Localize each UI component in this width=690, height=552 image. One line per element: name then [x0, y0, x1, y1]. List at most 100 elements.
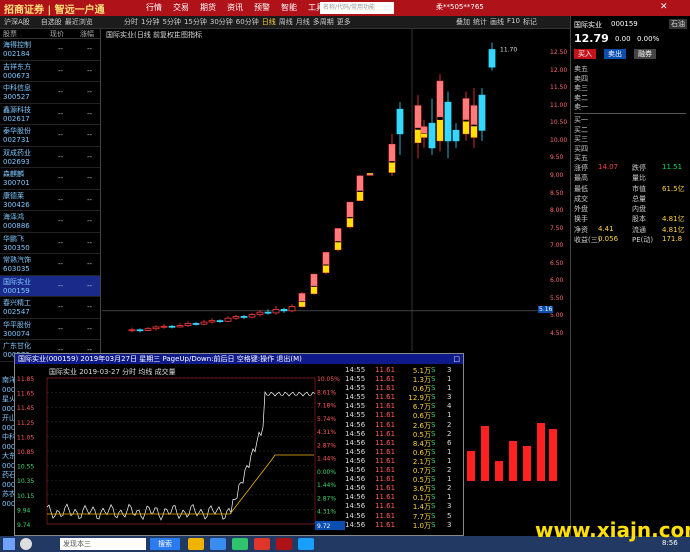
wechat-icon[interactable]: [232, 538, 248, 550]
close-icon[interactable]: ✕: [660, 2, 668, 12]
volume-bar: [523, 446, 531, 481]
menu-futures[interactable]: 期货: [200, 2, 227, 13]
tick-row[interactable]: 14:55 11.61 0.6万 S 1: [345, 384, 463, 393]
tick-cell: 14:55: [345, 402, 366, 411]
stock-price: --: [58, 217, 64, 225]
stock-change: --: [87, 303, 93, 311]
tab-recent[interactable]: 最近浏览: [65, 17, 93, 27]
menu-news[interactable]: 资讯: [227, 2, 254, 13]
stock-row[interactable]: 国际实业 000159 -- --: [0, 275, 100, 297]
period-5m[interactable]: 5分钟: [162, 17, 180, 27]
period-day[interactable]: 日线: [262, 17, 276, 27]
tick-row[interactable]: 14:55 11.61 6.7万 S 4: [345, 402, 463, 411]
tick-row[interactable]: 14:56 11.61 1.0万 S 3: [345, 521, 463, 530]
margin-button[interactable]: 融券: [634, 49, 656, 59]
period-1m[interactable]: 1分钟: [141, 17, 159, 27]
app-icon[interactable]: [254, 538, 270, 550]
tick-row[interactable]: 14:55 11.61 0.6万 S 1: [345, 411, 463, 420]
stock-row[interactable]: 泰华股份 002731 -- --: [0, 125, 100, 147]
tick-row[interactable]: 14:56 11.61 0.5万 S 2: [345, 430, 463, 439]
sell-button[interactable]: 卖出: [604, 49, 626, 59]
tick-row[interactable]: 14:56 11.61 0.7万 S 2: [345, 466, 463, 475]
mark-button[interactable]: 标记: [523, 17, 537, 27]
stock-row[interactable]: 康德莱 300426 -- --: [0, 190, 100, 211]
sector-badge[interactable]: 石油: [669, 19, 687, 29]
browser-icon[interactable]: [210, 538, 226, 550]
bid-row[interactable]: 买二: [574, 125, 686, 135]
stock-row[interactable]: 吉祥东方 000673 -- --: [0, 61, 100, 82]
intraday-y-right: 7.18%: [317, 403, 336, 410]
tick-row[interactable]: 14:55 11.61 1.3万 S 1: [345, 375, 463, 384]
candle-body: [248, 314, 256, 318]
buy-button[interactable]: 买入: [574, 49, 596, 59]
period-60m[interactable]: 60分钟: [236, 17, 259, 27]
tick-row[interactable]: 14:55 11.61 12.9万 S 3: [345, 393, 463, 402]
tick-row[interactable]: 14:56 11.61 0.6万 S 1: [345, 448, 463, 457]
kline-y-label: 9.50: [550, 154, 564, 162]
folder-icon[interactable]: [188, 538, 204, 550]
popup-close-icon[interactable]: □: [453, 354, 460, 364]
menu-quotes[interactable]: 行情: [146, 2, 173, 13]
period-tick[interactable]: 分时: [124, 17, 138, 27]
taskbar-search[interactable]: 发现本三: [60, 538, 146, 550]
search-input[interactable]: 名称/代码/常用功能: [320, 2, 394, 14]
menu-smart[interactable]: 智能: [281, 2, 308, 13]
overlay-button[interactable]: 叠加: [456, 17, 470, 27]
period-multi[interactable]: 多周期: [313, 17, 334, 27]
baidu-button[interactable]: 搜索: [150, 538, 180, 550]
stock-row[interactable]: 鑫源科技 002617 -- --: [0, 104, 100, 125]
current-price: 12.79: [574, 32, 609, 45]
stock-row[interactable]: 双成药业 002693 -- --: [0, 147, 100, 168]
draw-button[interactable]: 画线: [490, 17, 504, 27]
stock-row[interactable]: 海泽鸿 000886 -- --: [0, 211, 100, 233]
user-name[interactable]: 柔**505**765: [436, 2, 484, 12]
stock-row[interactable]: 海得控制 002184 -- --: [0, 39, 100, 61]
stats-button[interactable]: 统计: [473, 17, 487, 27]
tick-row[interactable]: 14:56 11.61 8.4万 S 6: [345, 439, 463, 448]
ask-row[interactable]: 卖三: [574, 83, 686, 93]
tick-row[interactable]: 14:56 11.61 3.6万 S 2: [345, 484, 463, 493]
tick-list[interactable]: 14:55 11.61 5.1万 S 3 14:55 11.61 1.3万 S 1 14:55 11.…: [345, 366, 463, 530]
kline-chart[interactable]: 国际实业(日线 前复权) 主图指标 11.70: [102, 29, 550, 351]
bid-row[interactable]: 买三: [574, 134, 686, 144]
tab-shsz-a[interactable]: 沪深A股: [4, 17, 30, 27]
menu-trade[interactable]: 交易: [173, 2, 200, 13]
stock-row[interactable]: 华平股份 300074 -- --: [0, 319, 100, 340]
tick-row[interactable]: 14:56 11.61 2.1万 S 1: [345, 457, 463, 466]
tick-cell: 11.61: [375, 456, 396, 465]
tick-cell: 11.61: [375, 466, 396, 475]
qq-icon[interactable]: [298, 538, 314, 550]
tick-row[interactable]: 14:56 11.61 1.4万 S 3: [345, 502, 463, 511]
stock-row[interactable]: 常熟汽饰 603035 -- --: [0, 254, 100, 276]
tick-row[interactable]: 14:56 11.61 0.5万 S 1: [345, 475, 463, 484]
stock-row[interactable]: 森麒麟 300701 -- --: [0, 168, 100, 190]
period-week[interactable]: 周线: [279, 17, 293, 27]
intraday-popup[interactable]: 国际实业(000159) 2019年03月27日 星期三 PageUp/Down…: [14, 353, 464, 536]
stock-row[interactable]: 华鹏飞 300350 -- --: [0, 233, 100, 254]
tick-row[interactable]: 14:55 11.61 5.1万 S 3: [345, 366, 463, 375]
stock-row[interactable]: 春兴精工 002547 -- --: [0, 297, 100, 319]
period-month[interactable]: 月线: [296, 17, 310, 27]
intraday-y-left: 11.25: [17, 420, 34, 427]
broker-icon[interactable]: [276, 538, 292, 550]
period-15m[interactable]: 15分钟: [184, 17, 207, 27]
ask-row[interactable]: 卖二: [574, 93, 686, 103]
tick-row[interactable]: 14:56 11.61 7.7万 S 5: [345, 512, 463, 521]
f10-button[interactable]: F10: [507, 17, 520, 27]
tick-row[interactable]: 14:56 11.61 0.1万 S 1: [345, 493, 463, 502]
bid-row[interactable]: 买一: [574, 115, 686, 125]
tick-row[interactable]: 14:56 11.61 2.6万 S 2: [345, 421, 463, 430]
start-icon[interactable]: [3, 538, 15, 550]
stock-row[interactable]: 中科信息 300527 -- --: [0, 82, 100, 104]
ask-row[interactable]: 卖五: [574, 64, 686, 74]
candle-body: [428, 122, 436, 149]
period-30m[interactable]: 30分钟: [210, 17, 233, 27]
ask-row[interactable]: 卖四: [574, 74, 686, 84]
ask-row[interactable]: 卖一: [574, 102, 686, 112]
cortana-icon[interactable]: [20, 538, 32, 550]
period-more[interactable]: 更多: [337, 17, 351, 27]
menu-alert[interactable]: 预警: [254, 2, 281, 13]
tab-favorites[interactable]: 自选股: [41, 17, 62, 27]
bid-row[interactable]: 买四: [574, 144, 686, 154]
bid-row[interactable]: 买五: [574, 153, 686, 163]
